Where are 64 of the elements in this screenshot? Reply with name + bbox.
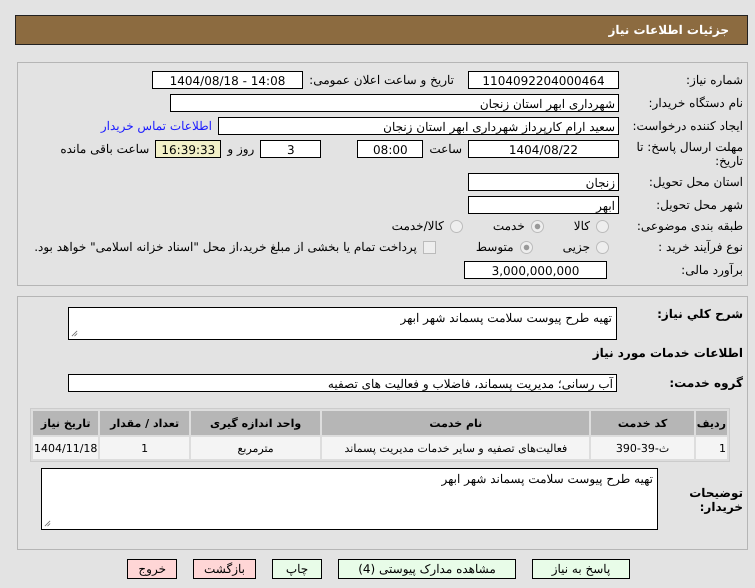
page-title: جزئیات اطلاعات نیاز: [608, 23, 729, 37]
column-header: تعداد / مقدار: [100, 411, 189, 435]
deadline-date-field: 1404/08/22: [468, 140, 619, 158]
buyer-notes-box: تهیه طرح پیوست سلامت پسماند شهر ابهر: [41, 468, 658, 530]
table-cell: فعالیت‌های تصفیه و سایر خدمات مدیریت پسماند: [322, 437, 590, 459]
field-label: شهر محل تحویل:: [655, 198, 743, 212]
table-cell: ث-39-390: [591, 437, 694, 459]
radio-label: جزیی: [562, 240, 590, 254]
radio-button[interactable]: [596, 240, 609, 254]
creator-field: سعید ارام کارپرداز شهرداری ابهر استان زنجان: [218, 117, 619, 135]
radio-label: خدمت: [492, 219, 525, 233]
deadline-time-field: 08:00: [357, 140, 424, 158]
field-label: نام دستگاه خریدار:: [648, 96, 743, 110]
column-header: ردیف: [696, 411, 727, 435]
column-header: کد خدمت: [591, 411, 694, 435]
table-cell: 1404/11/18: [33, 437, 98, 459]
radio-label: متوسط: [476, 240, 514, 254]
checkbox[interactable]: [422, 240, 436, 254]
action-button[interactable]: چاپ: [272, 559, 322, 579]
remaining-time-field: 16:39:33: [155, 140, 222, 158]
column-header: واحد اندازه گیری: [190, 411, 320, 435]
field-label: ایجاد کننده درخواست:: [631, 119, 743, 133]
field-label: توضیحات خریدار:: [688, 486, 743, 514]
radio-button[interactable]: [596, 220, 609, 232]
field-label: شرح کلي نیاز:: [656, 307, 743, 321]
field-label: شماره نیاز:: [685, 73, 743, 87]
action-button[interactable]: پاسخ به نیاز: [532, 559, 630, 579]
radio-label: کالا: [574, 219, 590, 233]
field-label: برآورد مالی:: [680, 263, 743, 277]
radio-button[interactable]: [530, 220, 544, 232]
buyer-contact-link[interactable]: اطلاعات تماس خریدار: [100, 119, 212, 133]
radio-button[interactable]: [450, 220, 463, 232]
action-button[interactable]: خروج: [127, 559, 177, 579]
need-number-field: 1104092204000464: [468, 71, 619, 89]
resize-grip-icon: [44, 520, 51, 527]
buyer-field: شهرداری ابهر استان زنجان: [170, 94, 619, 112]
service-group-field: آب رسانی؛ مدیریت پسماند، فاضلاب و فعالیت های تصفیه: [68, 374, 617, 392]
payment-note: پرداخت تمام یا بخشی از مبلغ خرید،از محل "اسناد خزانه اسلامی" خواهد بود.: [34, 239, 417, 256]
radio-button[interactable]: [520, 240, 533, 254]
section-title: اطلاعات خدمات مورد نیاز: [592, 346, 743, 360]
description-box: تهیه طرح پیوست سلامت پسماند شهر ابهر: [68, 307, 617, 340]
action-button[interactable]: بازگشت: [193, 559, 256, 579]
column-header: نام خدمت: [322, 411, 590, 435]
announce-date-field: 1404/08/18 - 14:08: [152, 71, 303, 89]
field-label: استان محل تحویل:: [648, 175, 743, 189]
table-cell: مترمربع: [190, 437, 320, 459]
table-cell: 1: [696, 437, 727, 459]
resize-grip-icon: [71, 330, 78, 337]
column-header: تاریخ نیاز: [33, 411, 98, 435]
table-cell: 1: [100, 437, 189, 459]
field-label: گروه خدمت:: [668, 376, 743, 390]
radio-label: کالا/خدمت: [392, 219, 444, 233]
field-label: مهلت ارسال پاسخ: تا تاریخ:: [635, 140, 743, 168]
time-label: ساعت: [429, 141, 462, 158]
days-label: روز و: [227, 141, 254, 158]
days-field: 3: [260, 140, 322, 158]
field-label: طبقه بندی موضوعی:: [636, 219, 743, 233]
city-field: ابهر: [468, 196, 619, 214]
remaining-label: ساعت باقی مانده: [60, 141, 150, 158]
province-field: زنجان: [468, 173, 619, 191]
action-button[interactable]: مشاهده مدارک پیوستی (4): [338, 559, 516, 579]
field-label: تاریخ و ساعت اعلان عمومی:: [309, 73, 454, 87]
field-label: نوع فرآیند خرید :: [657, 240, 743, 254]
budget-field: 3,000,000,000: [464, 261, 607, 279]
